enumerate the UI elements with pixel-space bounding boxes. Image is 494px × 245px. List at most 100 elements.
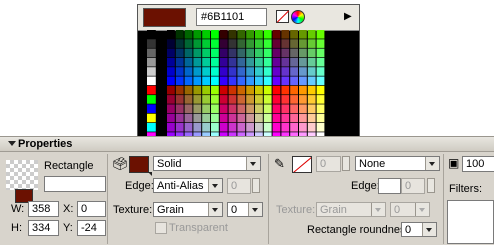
palette-swatch[interactable] — [175, 57, 184, 67]
palette-swatch[interactable] — [193, 76, 202, 86]
palette-swatch[interactable] — [316, 95, 325, 104]
fill-edge-slider[interactable] — [252, 178, 260, 193]
palette-swatch[interactable] — [263, 57, 272, 67]
palette-swatch[interactable] — [246, 104, 254, 113]
palette-swatch[interactable] — [237, 48, 246, 58]
stroke-style-dropdown[interactable]: None — [355, 156, 440, 171]
palette-swatch[interactable] — [255, 30, 263, 39]
color-wheel-icon[interactable] — [291, 10, 305, 24]
palette-swatch[interactable] — [316, 48, 325, 58]
palette-swatch[interactable] — [175, 113, 184, 123]
palette-swatch[interactable] — [193, 30, 202, 39]
palette-swatch[interactable] — [211, 123, 219, 132]
palette-swatch[interactable] — [281, 104, 290, 113]
palette-swatch[interactable] — [246, 57, 254, 67]
properties-title-bar[interactable]: Properties — [0, 136, 494, 152]
height-field[interactable]: 334 — [28, 220, 59, 236]
palette-swatch[interactable] — [299, 95, 307, 104]
palette-swatch[interactable] — [263, 123, 272, 132]
palette-swatch[interactable] — [228, 76, 237, 86]
palette-swatch[interactable] — [272, 95, 281, 104]
palette-swatch[interactable] — [307, 57, 316, 67]
palette-swatch[interactable] — [307, 113, 316, 123]
palette-swatch[interactable] — [228, 48, 237, 58]
palette-swatch[interactable] — [228, 85, 237, 95]
palette-swatch[interactable] — [299, 30, 307, 39]
palette-swatch[interactable] — [272, 39, 281, 48]
palette-swatch[interactable] — [202, 67, 210, 76]
palette-swatch[interactable] — [167, 57, 175, 67]
palette-swatch[interactable] — [281, 67, 290, 76]
palette-swatch[interactable] — [272, 30, 281, 39]
palette-swatch[interactable] — [307, 39, 316, 48]
palette-swatch[interactable] — [255, 67, 263, 76]
palette-swatch[interactable] — [211, 39, 219, 48]
palette-swatch[interactable] — [237, 30, 246, 39]
palette-swatch[interactable] — [184, 95, 193, 104]
palette-swatch[interactable] — [184, 39, 193, 48]
palette-swatch[interactable] — [299, 123, 307, 132]
palette-swatch[interactable] — [246, 113, 254, 123]
palette-swatch[interactable] — [263, 113, 272, 123]
palette-swatch[interactable] — [246, 67, 254, 76]
palette-swatch[interactable] — [184, 113, 193, 123]
palette-swatch[interactable] — [281, 123, 290, 132]
palette-swatch[interactable] — [307, 123, 316, 132]
fill-edge-amount-field[interactable]: 0 — [227, 178, 251, 194]
palette-swatch[interactable] — [272, 104, 281, 113]
palette-swatch[interactable] — [281, 85, 290, 95]
palette-swatch[interactable] — [211, 85, 219, 95]
palette-swatch[interactable] — [193, 48, 202, 58]
palette-swatch[interactable] — [167, 104, 175, 113]
palette-swatch[interactable] — [193, 113, 202, 123]
palette-swatch[interactable] — [202, 57, 210, 67]
palette-swatch[interactable] — [237, 123, 246, 132]
fill-color-swatch[interactable] — [129, 156, 152, 176]
palette-swatch[interactable] — [237, 104, 246, 113]
palette-swatch[interactable] — [228, 67, 237, 76]
palette-swatch[interactable] — [263, 95, 272, 104]
palette-swatch[interactable] — [202, 123, 210, 132]
palette-swatch[interactable] — [175, 39, 184, 48]
palette-swatch[interactable] — [228, 104, 237, 113]
palette-swatch[interactable] — [237, 113, 246, 123]
palette-swatch[interactable] — [237, 39, 246, 48]
palette-swatch[interactable] — [272, 76, 281, 86]
palette-swatch[interactable] — [246, 30, 254, 39]
palette-swatch[interactable] — [211, 57, 219, 67]
width-field[interactable]: 358 — [28, 201, 59, 217]
palette-swatch[interactable] — [184, 30, 193, 39]
palette-swatch[interactable] — [299, 48, 307, 58]
palette-swatch[interactable] — [246, 95, 254, 104]
palette-swatch[interactable] — [255, 57, 263, 67]
palette-swatch[interactable] — [263, 48, 272, 58]
palette-swatch[interactable] — [219, 104, 228, 113]
palette-swatch[interactable] — [175, 85, 184, 95]
palette-swatch[interactable] — [299, 57, 307, 67]
palette-swatch[interactable] — [175, 67, 184, 76]
palette-swatch[interactable] — [307, 95, 316, 104]
palette-swatch[interactable] — [255, 85, 263, 95]
palette-swatch[interactable] — [316, 123, 325, 132]
palette-swatch[interactable] — [147, 76, 156, 86]
fill-texture-dropdown[interactable]: Grain — [153, 202, 223, 217]
palette-swatch[interactable] — [272, 85, 281, 95]
palette-swatch[interactable] — [307, 67, 316, 76]
palette-swatch[interactable] — [167, 67, 175, 76]
palette-swatch[interactable] — [211, 30, 219, 39]
palette-swatch[interactable] — [175, 104, 184, 113]
palette-swatch[interactable] — [175, 48, 184, 58]
palette-swatch[interactable] — [193, 57, 202, 67]
palette-swatch[interactable] — [147, 30, 156, 39]
palette-swatch[interactable] — [202, 76, 210, 86]
palette-swatch[interactable] — [211, 113, 219, 123]
palette-swatch[interactable] — [228, 123, 237, 132]
x-field[interactable]: 0 — [77, 201, 106, 217]
palette-swatch[interactable] — [290, 67, 298, 76]
palette-swatch[interactable] — [299, 104, 307, 113]
palette-swatch[interactable] — [272, 113, 281, 123]
palette-swatch[interactable] — [316, 67, 325, 76]
palette-swatch[interactable] — [255, 95, 263, 104]
palette-swatch[interactable] — [147, 123, 156, 132]
palette-swatch[interactable] — [237, 57, 246, 67]
